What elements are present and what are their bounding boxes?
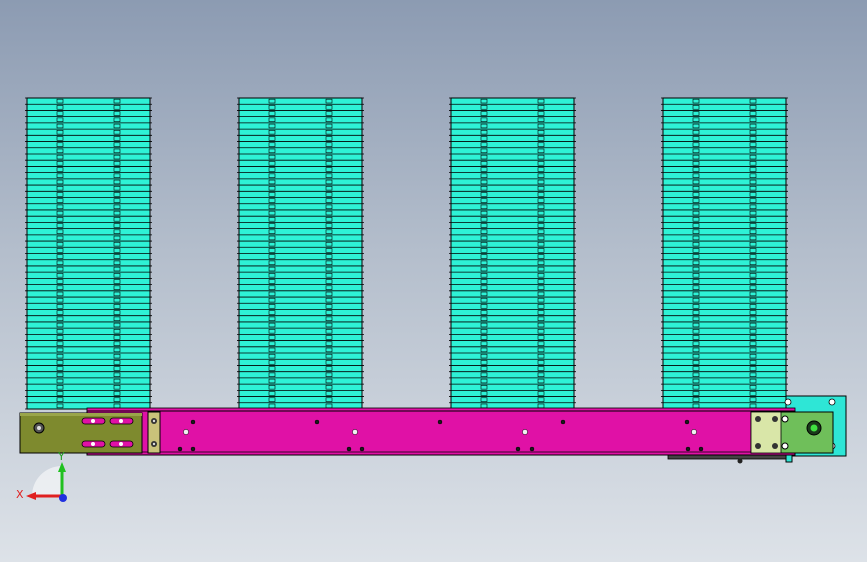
- frame-hole: [359, 446, 365, 452]
- part-stacks[interactable]: [25, 97, 788, 410]
- frame-hole: [352, 429, 358, 435]
- frame-hole: [314, 419, 320, 425]
- frame-hole: [684, 419, 690, 425]
- x-axis-label: X: [16, 488, 24, 501]
- frame-hole: [515, 446, 521, 452]
- frame-hole: [560, 419, 566, 425]
- frame-hole: [346, 446, 352, 452]
- axis-triad: X Y: [16, 450, 67, 502]
- frame-hole: [698, 446, 704, 452]
- y-axis-label: Y: [57, 450, 65, 463]
- part-stack-2[interactable]: [237, 97, 364, 410]
- left-end-cap[interactable]: [147, 411, 161, 454]
- z-axis-dot-icon: [59, 494, 67, 502]
- right-end-plate[interactable]: [750, 411, 834, 454]
- part-stack-1[interactable]: [25, 97, 152, 410]
- frame-hole: [529, 446, 535, 452]
- frame-hole: [522, 429, 528, 435]
- frame-hole: [183, 429, 189, 435]
- conveyor-frame[interactable]: [86, 407, 796, 456]
- frame-hole: [177, 446, 183, 452]
- frame-hole: [437, 419, 443, 425]
- part-stack-4[interactable]: [661, 97, 788, 410]
- frame-hole: [190, 419, 196, 425]
- cad-viewport[interactable]: X Y: [0, 0, 867, 562]
- frame-hole: [190, 446, 196, 452]
- part-stack-3[interactable]: [449, 97, 576, 410]
- frame-hole: [685, 446, 691, 452]
- frame-hole: [691, 429, 697, 435]
- rail-bolt: [737, 458, 743, 464]
- x-axis-arrow-icon: [26, 492, 36, 500]
- left-bracket[interactable]: [19, 412, 143, 454]
